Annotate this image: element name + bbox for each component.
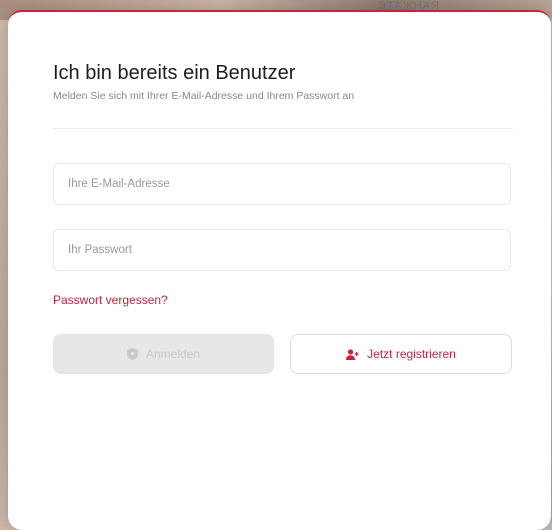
divider	[53, 128, 513, 129]
register-button[interactable]: Jetzt registrieren	[290, 334, 512, 374]
modal-title: Ich bin bereits ein Benutzer	[53, 62, 296, 84]
shield-icon	[126, 348, 138, 360]
backdrop-tag: ЭТАЖНАЯ	[378, 0, 440, 12]
password-field[interactable]	[53, 229, 511, 271]
login-button[interactable]: Anmelden	[53, 334, 274, 374]
forgot-password-link[interactable]: Passwort vergessen?	[53, 293, 168, 307]
add-user-icon	[346, 348, 359, 360]
register-button-label: Jetzt registrieren	[367, 347, 456, 361]
login-button-label: Anmelden	[145, 347, 201, 361]
modal-subtitle: Melden Sie sich mit Ihrer E-Mail-Adresse…	[53, 90, 355, 102]
email-field[interactable]	[53, 163, 511, 205]
login-modal: Ich bin bereits ein Benutzer Melden Sie …	[8, 10, 551, 530]
